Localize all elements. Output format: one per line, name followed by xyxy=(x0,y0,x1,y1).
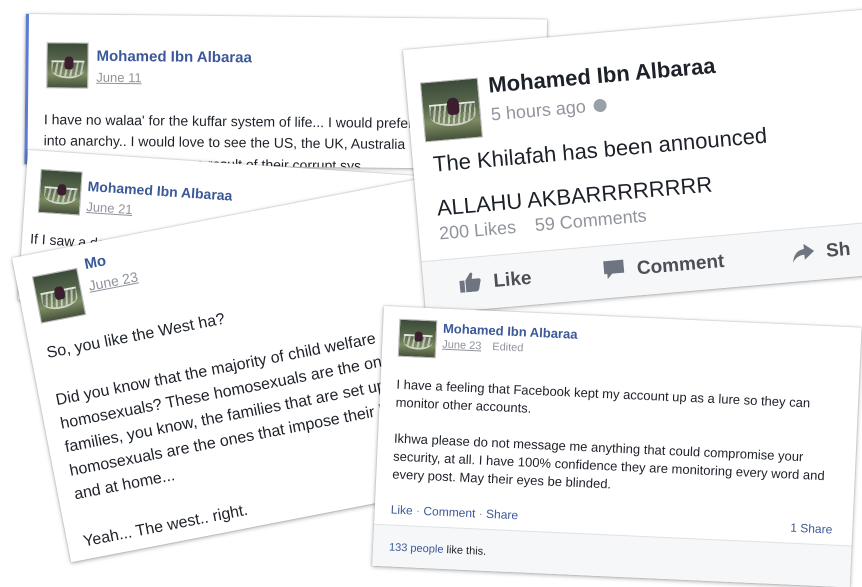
post-text-line: into anarchy.. I would love to see the U… xyxy=(43,132,406,152)
comment-icon xyxy=(602,259,626,287)
author-name[interactable]: Mo xyxy=(83,252,108,273)
post-date[interactable]: June 21 xyxy=(86,199,133,217)
likes-suffix: like this. xyxy=(446,544,487,558)
likes-footer: 133 people like this. xyxy=(372,523,852,587)
comment-label: Comment xyxy=(636,250,726,280)
like-button[interactable]: Like xyxy=(459,267,533,299)
separator: · xyxy=(478,506,484,521)
comment-button[interactable]: Comment xyxy=(602,250,725,287)
share-label: Sh xyxy=(825,238,852,262)
post-meta: 5 hours ago xyxy=(490,95,608,126)
post-text-line: monitor other accounts. xyxy=(395,394,532,416)
post-date[interactable]: June 23 xyxy=(442,339,482,353)
profile-avatar[interactable] xyxy=(419,77,483,143)
post-card-facebook-lure: Mohamed Ibn Albaraa June 23 Edited I hav… xyxy=(372,306,862,587)
share-count[interactable]: 1 Share xyxy=(790,521,833,537)
separator: · xyxy=(415,503,421,518)
profile-avatar[interactable] xyxy=(397,318,438,359)
post-time[interactable]: 5 hours ago xyxy=(490,96,586,124)
like-label: Like xyxy=(492,267,533,292)
author-name[interactable]: Mohamed Ibn Albaraa xyxy=(487,53,716,99)
post-date[interactable]: June 11 xyxy=(96,70,141,85)
likes-summary: 133 people like this. xyxy=(389,541,487,557)
post-card-khilafah: Mohamed Ibn Albaraa 5 hours ago The Khil… xyxy=(403,9,862,314)
share-button[interactable]: Sh xyxy=(791,239,851,269)
globe-icon xyxy=(593,98,608,113)
post-text-line: So, you like the West ha? xyxy=(45,310,227,362)
edited-label[interactable]: Edited xyxy=(492,341,524,354)
share-link[interactable]: Share xyxy=(486,507,519,522)
profile-avatar[interactable] xyxy=(37,168,83,216)
profile-avatar[interactable] xyxy=(46,42,89,89)
profile-avatar[interactable] xyxy=(31,267,87,324)
likes-people-link[interactable]: 133 people xyxy=(389,541,444,555)
comment-link[interactable]: Comment xyxy=(423,504,476,520)
author-name[interactable]: Mohamed Ibn Albaraa xyxy=(96,48,251,67)
likes-count[interactable]: 200 Likes xyxy=(438,217,517,244)
like-link[interactable]: Like xyxy=(390,503,413,518)
thumbs-up-icon xyxy=(459,271,483,299)
post-actions: Like · Comment · Share xyxy=(390,503,518,523)
post-date[interactable]: June 23 xyxy=(87,269,139,294)
post-text-line: I have no walaa' for the kuffar system o… xyxy=(43,111,413,132)
post-text-line: Yeah... The west.. right. xyxy=(81,501,250,551)
share-arrow-icon xyxy=(791,243,815,269)
